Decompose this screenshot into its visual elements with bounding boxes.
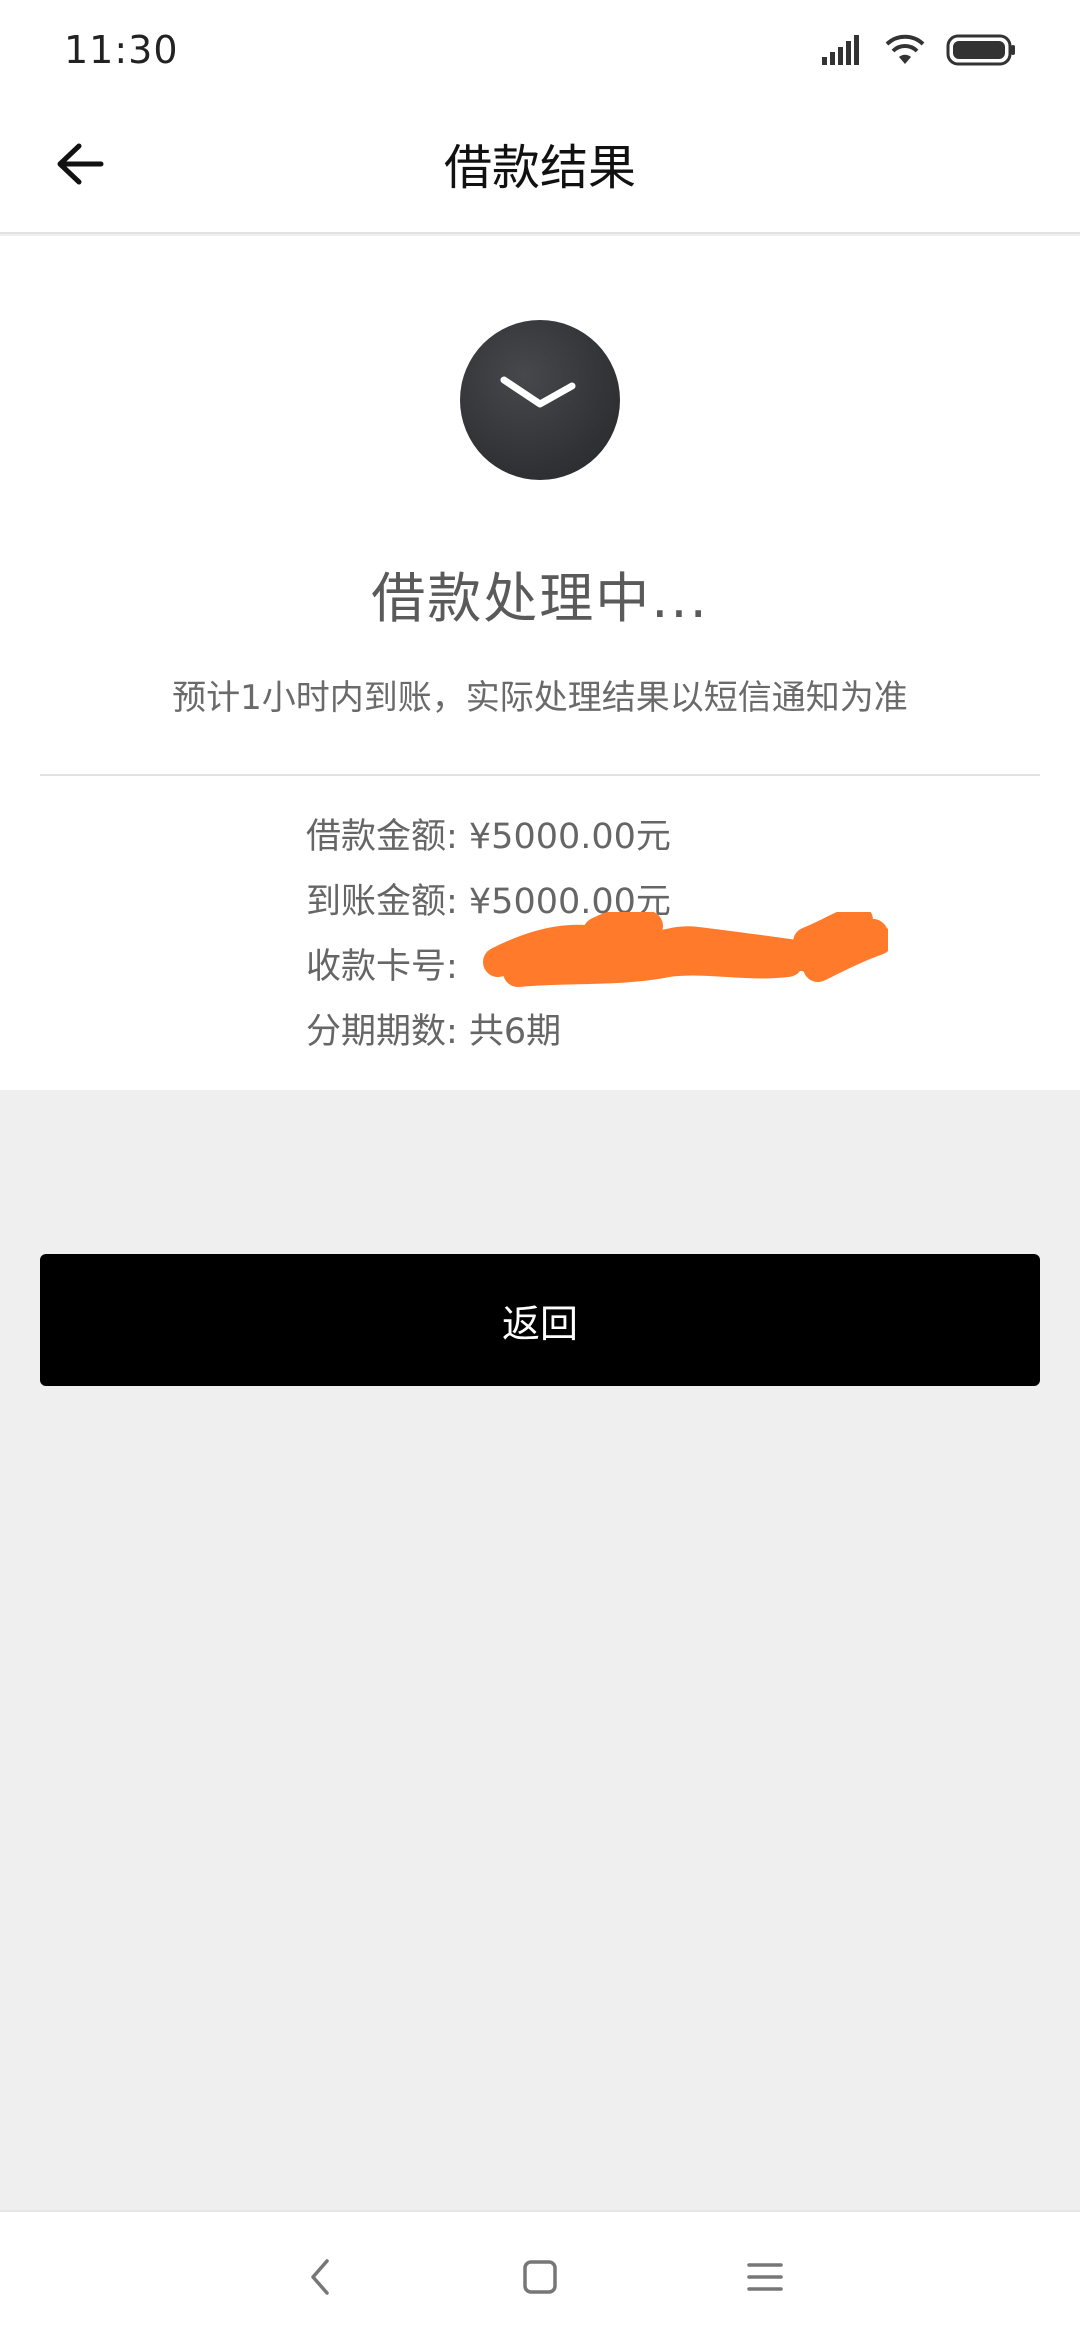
back-chevron-icon xyxy=(311,2259,329,2295)
clock-icon xyxy=(460,320,620,480)
home-square-icon xyxy=(523,2260,557,2294)
status-icons xyxy=(822,30,1018,70)
system-home-button[interactable] xyxy=(510,2247,570,2307)
status-title: 借款处理中... xyxy=(371,567,709,630)
page-title: 借款结果 xyxy=(443,140,636,196)
system-back-button[interactable] xyxy=(290,2247,350,2307)
status-time: 11:30 xyxy=(64,28,179,72)
redaction-scribble xyxy=(483,912,888,987)
return-button[interactable]: 返回 xyxy=(40,1254,1040,1386)
result-card: 借款处理中... 预计1小时内到账，实际处理结果以短信通知为准 借款金额: ¥5… xyxy=(0,236,1080,1090)
battery-icon xyxy=(946,34,1015,66)
status-bar: 11:30 xyxy=(0,0,1080,100)
nav-header: 借款结果 xyxy=(0,100,1080,234)
detail-loan-amount: 借款金额: ¥5000.00元 xyxy=(306,817,671,857)
system-nav-bar xyxy=(0,2210,1080,2340)
status-description: 预计1小时内到账，实际处理结果以短信通知为准 xyxy=(172,678,908,718)
signal-icon xyxy=(822,35,859,65)
menu-lines-icon xyxy=(747,2263,783,2291)
divider xyxy=(40,774,1040,776)
detail-installments: 分期期数: 共6期 xyxy=(306,1012,562,1052)
system-menu-button[interactable] xyxy=(735,2247,795,2307)
wifi-icon xyxy=(885,34,925,64)
